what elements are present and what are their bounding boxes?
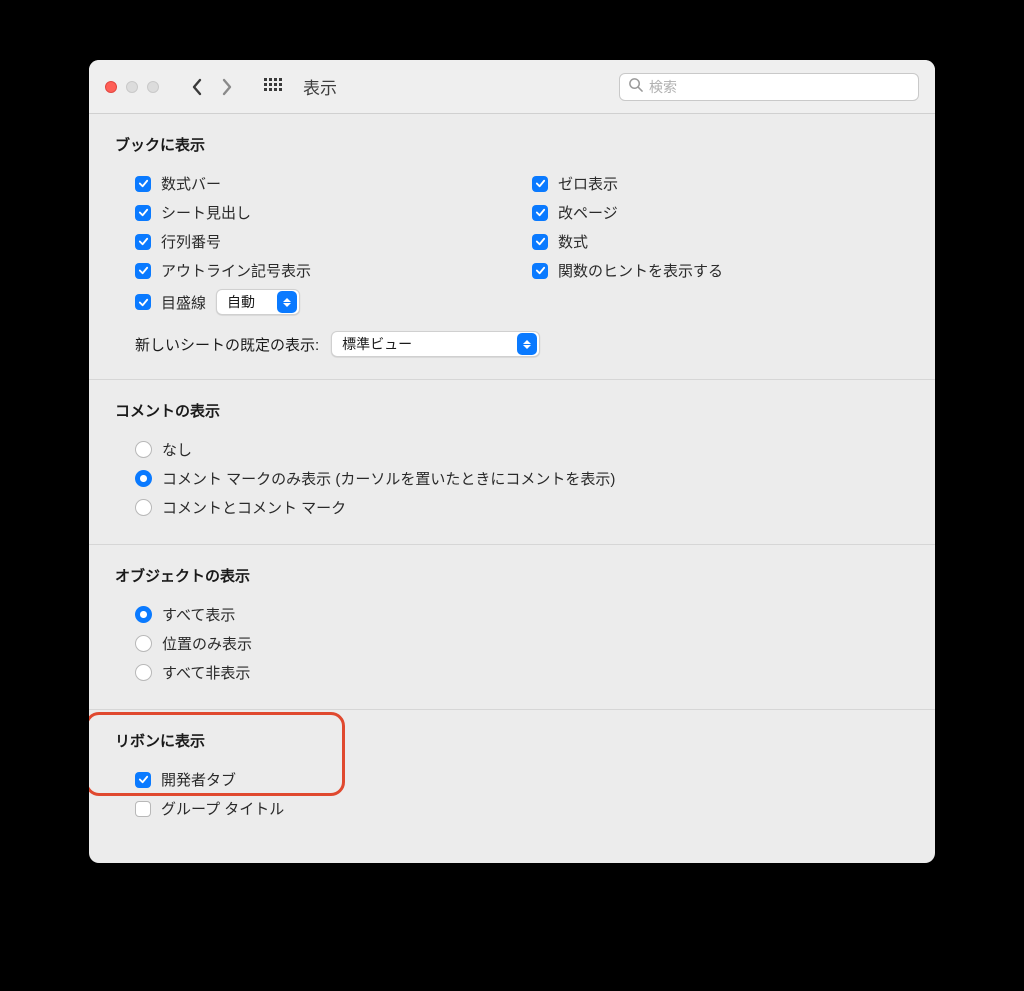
label-gridlines: 目盛線 xyxy=(161,292,206,313)
zoom-window-button[interactable] xyxy=(147,81,159,93)
label-zero-display: ゼロ表示 xyxy=(558,173,618,194)
preferences-window: 表示 ブックに表示 数式バー シート見出し xyxy=(89,60,935,863)
section-title-objects: オブジェクトの表示 xyxy=(115,565,909,586)
checkbox-formulas[interactable] xyxy=(532,234,548,250)
radio-comments-none[interactable] xyxy=(135,441,152,458)
checkbox-zero-display[interactable] xyxy=(532,176,548,192)
radio-objects-position[interactable] xyxy=(135,635,152,652)
checkbox-sheet-tabs[interactable] xyxy=(135,205,151,221)
gridlines-color-value: 自動 xyxy=(227,292,277,312)
window-controls xyxy=(105,81,159,93)
section-ribbon: リボンに表示 開発者タブ グループ タイトル xyxy=(89,710,935,863)
gridlines-color-popup[interactable]: 自動 xyxy=(216,289,300,315)
checkbox-formula-bar[interactable] xyxy=(135,176,151,192)
section-comments: コメントの表示 なし コメント マークのみ表示 (カーソルを置いたときにコメント… xyxy=(89,380,935,545)
section-title-comments: コメントの表示 xyxy=(115,400,909,421)
label-function-hints: 関数のヒントを表示する xyxy=(558,260,723,281)
close-window-button[interactable] xyxy=(105,81,117,93)
show-all-button[interactable] xyxy=(259,73,287,101)
checkbox-outline-symbols[interactable] xyxy=(135,263,151,279)
checkbox-group-titles[interactable] xyxy=(135,801,151,817)
label-formulas: 数式 xyxy=(558,231,588,252)
label-row-col-numbers: 行列番号 xyxy=(161,231,221,252)
label-sheet-tabs: シート見出し xyxy=(161,202,251,223)
label-comments-both: コメントとコメント マーク xyxy=(162,497,346,518)
section-objects: オブジェクトの表示 すべて表示 位置のみ表示 すべて非表示 xyxy=(89,545,935,710)
window-title: 表示 xyxy=(303,74,337,99)
chevron-up-down-icon xyxy=(277,291,297,313)
label-comments-marks-only: コメント マークのみ表示 (カーソルを置いたときにコメントを表示) xyxy=(162,468,615,489)
chevron-up-down-icon xyxy=(517,333,537,355)
toolbar: 表示 xyxy=(89,60,935,114)
checkbox-row-col-numbers[interactable] xyxy=(135,234,151,250)
default-view-value: 標準ビュー xyxy=(342,334,517,354)
search-icon xyxy=(628,77,643,96)
search-input[interactable] xyxy=(649,79,910,95)
default-view-popup[interactable]: 標準ビュー xyxy=(331,331,540,357)
preferences-pane: ブックに表示 数式バー シート見出し 行列番号 xyxy=(89,114,935,863)
back-button[interactable] xyxy=(183,73,211,101)
radio-objects-hide[interactable] xyxy=(135,664,152,681)
nav-arrows xyxy=(183,73,241,101)
label-objects-position: 位置のみ表示 xyxy=(162,633,252,654)
default-view-label: 新しいシートの既定の表示: xyxy=(135,334,319,355)
checkbox-page-breaks[interactable] xyxy=(532,205,548,221)
label-developer-tab: 開発者タブ xyxy=(161,769,236,790)
checkbox-developer-tab[interactable] xyxy=(135,772,151,788)
label-objects-all: すべて表示 xyxy=(162,604,235,625)
radio-comments-marks-only[interactable] xyxy=(135,470,152,487)
section-title-ribbon: リボンに表示 xyxy=(115,730,909,751)
forward-button[interactable] xyxy=(213,73,241,101)
checkbox-function-hints[interactable] xyxy=(532,263,548,279)
radio-comments-both[interactable] xyxy=(135,499,152,516)
label-objects-hide: すべて非表示 xyxy=(162,662,250,683)
label-page-breaks: 改ページ xyxy=(558,202,618,223)
search-field[interactable] xyxy=(619,73,919,101)
minimize-window-button[interactable] xyxy=(126,81,138,93)
section-title-book: ブックに表示 xyxy=(115,134,909,155)
checkbox-gridlines[interactable] xyxy=(135,294,151,310)
label-outline-symbols: アウトライン記号表示 xyxy=(161,260,311,281)
section-book-display: ブックに表示 数式バー シート見出し 行列番号 xyxy=(89,114,935,380)
label-group-titles: グループ タイトル xyxy=(161,798,284,819)
label-formula-bar: 数式バー xyxy=(161,173,221,194)
label-comments-none: なし xyxy=(162,439,192,460)
radio-objects-all[interactable] xyxy=(135,606,152,623)
